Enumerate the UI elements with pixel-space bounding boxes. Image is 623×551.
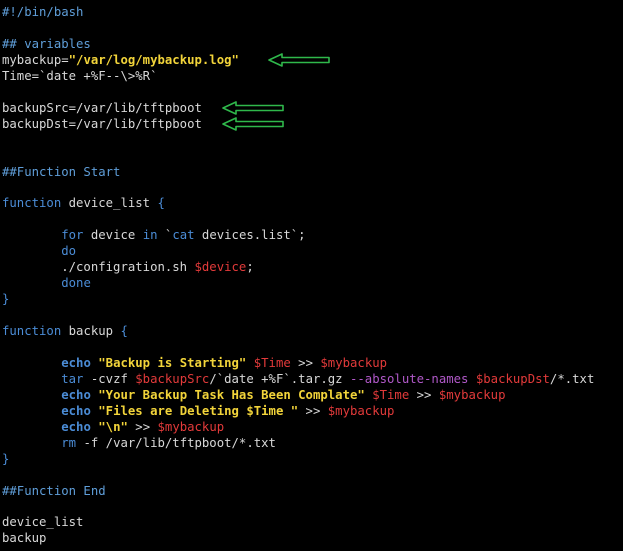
code-line: ##Function End: [2, 483, 106, 499]
code-token: >>: [409, 387, 439, 402]
code-line: backupDst=/var/lib/tftpboot: [2, 116, 202, 132]
code-token: do: [61, 244, 77, 259]
code-token: tar: [61, 371, 84, 386]
code-token: echo: [61, 387, 91, 402]
green-arrow-left-icon: [222, 100, 284, 115]
code-token: $device: [194, 260, 247, 275]
code-token: echo: [61, 403, 91, 418]
code-token: echo: [61, 419, 91, 434]
code-token: device_list: [61, 196, 158, 211]
code-token: backupDst=/var/lib/tftpboot: [2, 116, 202, 131]
code-token: $Time: [372, 387, 410, 402]
code-token: ./configration.sh: [2, 260, 195, 275]
code-token: ## variables: [2, 36, 91, 51]
code-line: echo "Files are Deleting $Time " >> $myb…: [2, 403, 394, 419]
code-token: $backupDst: [475, 371, 550, 386]
code-token: -f /var/lib/tftpboot/*.txt: [76, 435, 276, 450]
code-token: }: [2, 451, 10, 466]
code-token: `: [157, 228, 173, 243]
code-token: ##Function Start: [2, 164, 121, 179]
code-line: }: [2, 451, 9, 467]
code-token: function: [2, 324, 62, 338]
code-token: "/var/log/mybackup.log": [68, 52, 239, 67]
code-token: device: [83, 228, 143, 243]
code-token: --absolute-names: [350, 371, 469, 386]
code-line: mybackup="/var/log/mybackup.log": [2, 52, 239, 68]
code-line: done: [2, 275, 91, 291]
code-line: echo "\n" >> $mybackup: [2, 419, 224, 435]
code-token: backupSrc=/var/lib/tftpboot: [2, 100, 202, 115]
code-token: "Backup is Starting": [98, 355, 247, 370]
code-line: ## variables: [2, 36, 91, 52]
code-token: "\n": [98, 419, 128, 434]
code-token: echo: [61, 355, 91, 370]
code-token: $backupSrc: [135, 371, 210, 386]
code-line: echo "Backup is Starting" $Time >> $myba…: [2, 355, 387, 371]
code-token: >>: [298, 403, 328, 418]
code-line: #!/bin/bash: [2, 4, 83, 20]
code-token: backup: [2, 531, 47, 546]
code-line: ./configration.sh $device;: [2, 259, 254, 275]
code-token: /*.txt: [549, 371, 595, 386]
code-line: device_list: [2, 514, 83, 530]
code-token: rm: [61, 435, 77, 450]
code-token: mybackup=: [2, 52, 69, 67]
code-editor[interactable]: #!/bin/bash ## variables mybackup="/var/lo…: [2, 0, 623, 551]
code-token: >>: [127, 419, 158, 434]
code-token: >>: [290, 355, 321, 370]
code-token: /`date +%F`.tar.gz: [209, 371, 350, 386]
code-token: for: [61, 228, 84, 243]
code-line: rm -f /var/lib/tftpboot/*.txt: [2, 435, 276, 451]
code-line: ##Function Start: [2, 164, 120, 180]
code-token: backup: [61, 324, 121, 338]
code-token: done: [61, 276, 91, 291]
code-line: backup: [2, 530, 46, 546]
code-token: {: [157, 196, 165, 211]
code-token: cat: [172, 228, 195, 243]
code-token: ##Function End: [2, 483, 106, 498]
code-token: $Time: [253, 355, 291, 370]
code-token: Time=`date +%F--\>%R`: [2, 68, 158, 83]
code-token: in: [142, 228, 158, 243]
code-line: }: [2, 291, 9, 307]
code-token: device_list: [2, 515, 84, 530]
code-token: devices.list`;: [194, 228, 306, 243]
code-token: $mybackup: [320, 355, 388, 370]
code-token: "Your Backup Task Has Been Complate": [98, 387, 365, 402]
code-line: tar -cvzf $backupSrc/`date +%F`.tar.gz -…: [2, 371, 594, 387]
code-line: function device_list {: [2, 195, 165, 211]
code-line: for device in `cat devices.list`;: [2, 227, 306, 243]
green-arrow-left-icon: [222, 116, 284, 131]
code-line: Time=`date +%F--\>%R`: [2, 68, 157, 84]
code-line: echo "Your Backup Task Has Been Complate…: [2, 387, 506, 403]
code-line: backupSrc=/var/lib/tftpboot: [2, 100, 202, 116]
code-token: $mybackup: [157, 419, 225, 434]
code-token: ;: [246, 260, 254, 275]
code-token: "Files are Deleting $Time ": [98, 403, 299, 418]
green-arrow-left-icon: [268, 53, 330, 67]
code-token: function: [2, 196, 62, 211]
code-token: {: [120, 324, 128, 338]
code-token: }: [2, 292, 10, 307]
code-token: $mybackup: [438, 387, 506, 402]
code-line: function backup {: [2, 323, 128, 339]
code-token: $mybackup: [327, 403, 395, 418]
code-token: #!/bin/bash: [2, 5, 84, 19]
code-token: -cvzf: [83, 371, 136, 386]
code-line: do: [2, 243, 76, 259]
